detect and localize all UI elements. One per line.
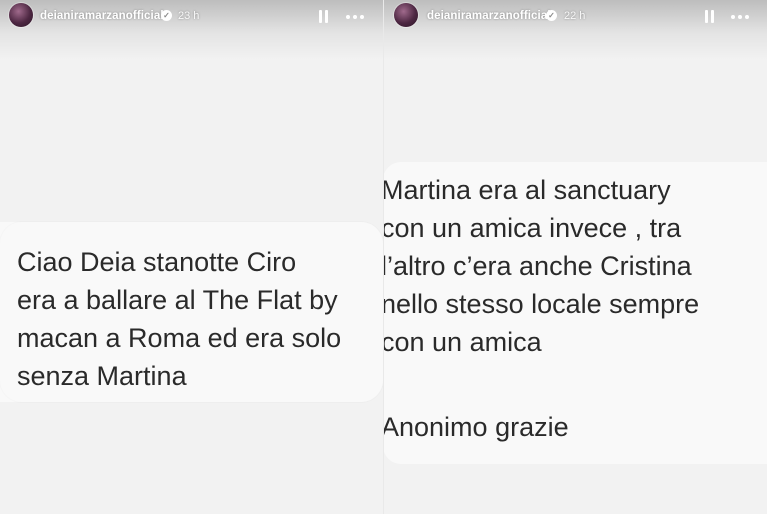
avatar[interactable] [9,3,33,27]
pause-icon[interactable] [318,10,329,23]
avatar[interactable] [394,3,418,27]
story-panel-right[interactable]: deianiramarzanofficial ✓ 22 h Martina er… [383,0,767,514]
message-signature: Anonimo grazie [383,412,569,442]
more-options-icon[interactable] [346,15,364,19]
story-header: deianiramarzanofficial ✓ 22 h [383,0,767,60]
verified-badge-icon: ✓ [161,10,172,21]
username[interactable]: deianiramarzanofficial [427,10,551,22]
more-options-icon[interactable] [731,15,749,19]
panel-divider [383,0,384,514]
message-text: Ciao Deia stanotte Ciro era a ballare al… [17,247,342,391]
post-time: 22 h [564,10,586,22]
message-text: Martina era al sanctuary con un amica in… [383,175,700,357]
post-time: 23 h [178,10,200,22]
pause-icon[interactable] [704,10,715,23]
story-header: deianiramarzanofficial ✓ 23 h [0,0,383,60]
story-panel-left[interactable]: deianiramarzanofficial ✓ 23 h Ciao Deia … [0,0,383,514]
username[interactable]: deianiramarzanofficial [40,10,164,22]
verified-badge-icon: ✓ [546,10,557,21]
